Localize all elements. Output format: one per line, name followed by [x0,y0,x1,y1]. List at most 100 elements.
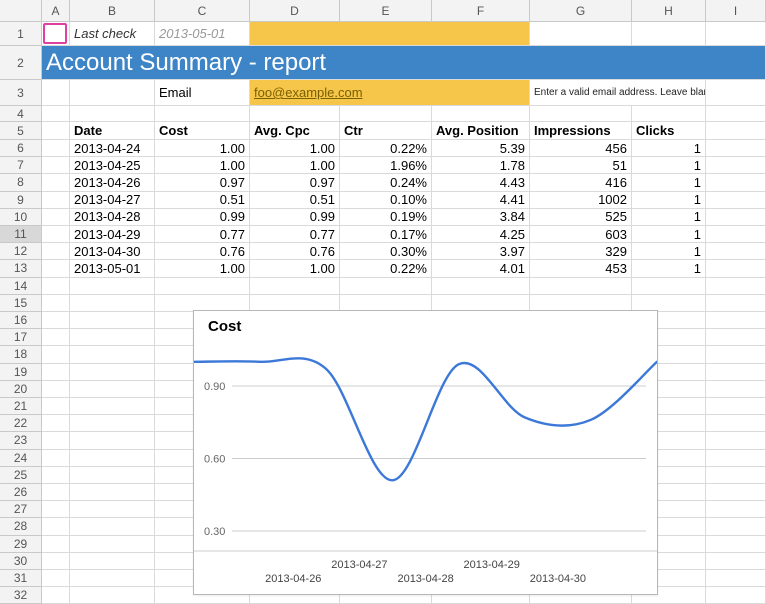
cell-a5[interactable] [42,122,70,140]
table-cell[interactable]: 0.77 [250,226,340,243]
table-cell[interactable]: 0.99 [250,209,340,226]
cell-b25[interactable] [70,467,155,484]
row-header-3[interactable]: 3 [0,80,42,106]
row-header-8[interactable]: 8 [0,174,42,191]
row-header-25[interactable]: 25 [0,467,42,484]
table-cell[interactable]: 1.00 [155,157,250,174]
table-cell[interactable]: 1.00 [250,157,340,174]
row-header-7[interactable]: 7 [0,157,42,174]
cell-a19[interactable] [42,364,70,381]
cell-a18[interactable] [42,346,70,363]
table-cell[interactable]: 1 [632,209,706,226]
table-cell[interactable]: 1.96% [340,157,432,174]
cell-b26[interactable] [70,484,155,501]
table-cell[interactable]: 416 [530,174,632,191]
row-header-1[interactable]: 1 [0,22,42,46]
cell-g1[interactable] [530,22,632,46]
table-cell[interactable]: 1.00 [250,140,340,157]
table-header[interactable]: Impressions [530,122,632,140]
cell-i5[interactable] [706,122,766,140]
email-link[interactable]: foo@example.com [254,85,363,100]
cell-f4[interactable] [432,106,530,122]
table-row-date[interactable]: 2013-04-30 [70,243,155,260]
table-cell[interactable]: 1.00 [250,260,340,277]
cell-a3[interactable] [42,80,70,106]
row-header-4[interactable]: 4 [0,106,42,122]
cell-b14[interactable] [70,278,155,295]
cell-a28[interactable] [42,518,70,535]
table-cell[interactable]: 456 [530,140,632,157]
select-all-corner[interactable] [0,0,42,22]
cell-i28[interactable] [706,518,766,535]
table-cell[interactable]: 4.41 [432,192,530,209]
column-header-i[interactable]: I [706,0,766,22]
cell-b28[interactable] [70,518,155,535]
column-header-f[interactable]: F [432,0,530,22]
cell-b18[interactable] [70,346,155,363]
table-cell[interactable]: 0.77 [155,226,250,243]
cell-c14[interactable] [155,278,250,295]
cell-i32[interactable] [706,587,766,604]
table-cell[interactable]: 51 [530,157,632,174]
cell-a27[interactable] [42,501,70,518]
row-header-26[interactable]: 26 [0,484,42,501]
row-header-9[interactable]: 9 [0,192,42,209]
cell-b32[interactable] [70,587,155,604]
cell-i9[interactable] [706,192,766,209]
cell-i3[interactable] [706,80,766,106]
table-cell[interactable]: 1002 [530,192,632,209]
row-header-28[interactable]: 28 [0,518,42,535]
row-header-30[interactable]: 30 [0,553,42,570]
cell-i31[interactable] [706,570,766,587]
row-header-6[interactable]: 6 [0,140,42,157]
table-cell[interactable]: 0.97 [155,174,250,191]
cell-b30[interactable] [70,553,155,570]
cell-i29[interactable] [706,536,766,553]
table-row-date[interactable]: 2013-04-26 [70,174,155,191]
cell-a9[interactable] [42,192,70,209]
cell-b20[interactable] [70,381,155,398]
table-cell[interactable]: 1 [632,140,706,157]
cell-b27[interactable] [70,501,155,518]
cell-a12[interactable] [42,243,70,260]
table-cell[interactable]: 3.97 [432,243,530,260]
cell-i25[interactable] [706,467,766,484]
row-header-31[interactable]: 31 [0,570,42,587]
cell-a31[interactable] [42,570,70,587]
cell-a25[interactable] [42,467,70,484]
cell-h4[interactable] [632,106,706,122]
cell-b29[interactable] [70,536,155,553]
row-header-32[interactable]: 32 [0,587,42,604]
email-input-cell[interactable]: foo@example.com [250,80,530,106]
table-cell[interactable]: 0.10% [340,192,432,209]
cell-a14[interactable] [42,278,70,295]
table-row-date[interactable]: 2013-04-29 [70,226,155,243]
row-header-20[interactable]: 20 [0,381,42,398]
table-cell[interactable]: 0.51 [155,192,250,209]
table-cell[interactable]: 0.17% [340,226,432,243]
row-header-11[interactable]: 11 [0,226,42,243]
column-header-a[interactable]: A [42,0,70,22]
row-header-16[interactable]: 16 [0,312,42,329]
table-header[interactable]: Ctr [340,122,432,140]
cell-i1[interactable] [706,22,766,46]
table-cell[interactable]: 0.99 [155,209,250,226]
cell-i19[interactable] [706,364,766,381]
cell-g14[interactable] [530,278,632,295]
cell-i18[interactable] [706,346,766,363]
row-header-17[interactable]: 17 [0,329,42,346]
cell-i16[interactable] [706,312,766,329]
row-header-24[interactable]: 24 [0,450,42,467]
cell-a22[interactable] [42,415,70,432]
last-check-value[interactable]: 2013-05-01 [155,22,250,46]
row-header-5[interactable]: 5 [0,122,42,140]
table-cell[interactable]: 4.43 [432,174,530,191]
cell-a6[interactable] [42,140,70,157]
cell-i21[interactable] [706,398,766,415]
row-header-18[interactable]: 18 [0,346,42,363]
row-header-15[interactable]: 15 [0,295,42,312]
cell-a11[interactable] [42,226,70,243]
table-header[interactable]: Avg. Cpc [250,122,340,140]
cell-h14[interactable] [632,278,706,295]
cell-a21[interactable] [42,398,70,415]
